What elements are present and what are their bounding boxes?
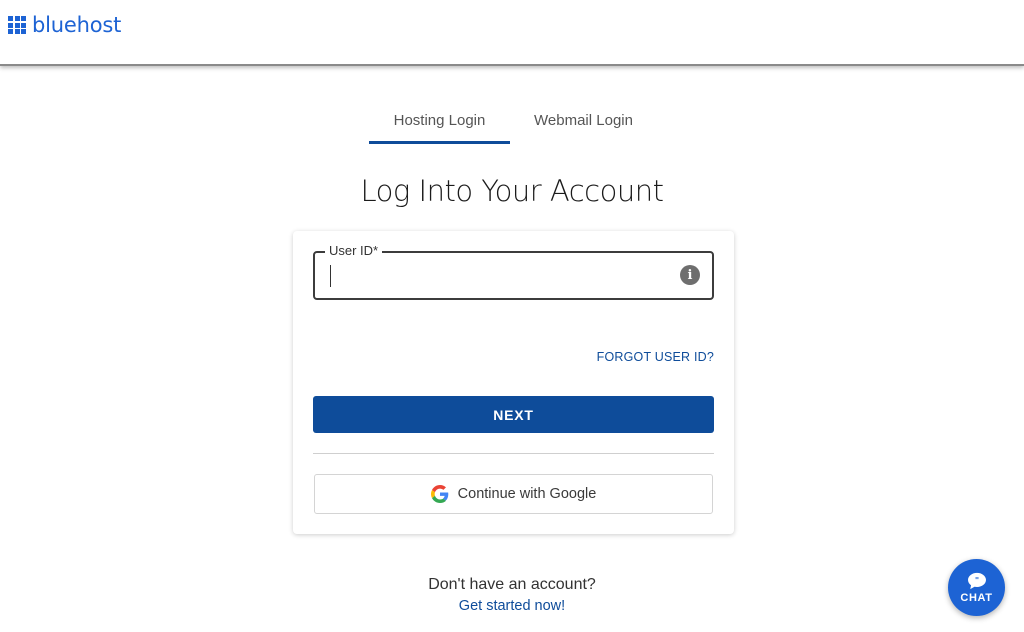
login-tabs: Hosting Login Webmail Login: [369, 100, 657, 144]
get-started-link[interactable]: Get started now!: [0, 598, 1024, 614]
login-card: User ID* i FORGOT USER ID? NEXT Continue…: [293, 231, 734, 534]
continue-with-google-button[interactable]: Continue with Google: [314, 474, 713, 514]
chat-label: CHAT: [960, 591, 993, 604]
divider: [313, 453, 714, 454]
tab-hosting-login[interactable]: Hosting Login: [369, 100, 510, 144]
google-icon: [430, 485, 448, 503]
forgot-user-id-link[interactable]: FORGOT USER ID?: [597, 350, 714, 364]
info-icon[interactable]: i: [680, 265, 700, 285]
chat-button[interactable]: " CHAT: [948, 559, 1005, 616]
bluehost-logo[interactable]: bluehost: [8, 13, 121, 37]
svg-text:": ": [974, 575, 978, 585]
page-title: Log Into Your Account: [360, 174, 665, 208]
logo-grid-icon: [8, 16, 26, 34]
signup-question: Don't have an account?: [428, 576, 596, 593]
chat-bubble-icon: ": [967, 572, 986, 589]
next-button[interactable]: NEXT: [313, 396, 714, 433]
top-header: bluehost: [0, 0, 1024, 66]
tab-webmail-login[interactable]: Webmail Login: [510, 100, 657, 144]
user-id-input[interactable]: [327, 263, 667, 287]
text-caret: [330, 265, 331, 287]
logo-text: bluehost: [32, 13, 122, 37]
user-id-field[interactable]: User ID* i: [313, 243, 714, 300]
user-id-label: User ID*: [325, 243, 383, 258]
google-button-label: Continue with Google: [457, 486, 597, 502]
